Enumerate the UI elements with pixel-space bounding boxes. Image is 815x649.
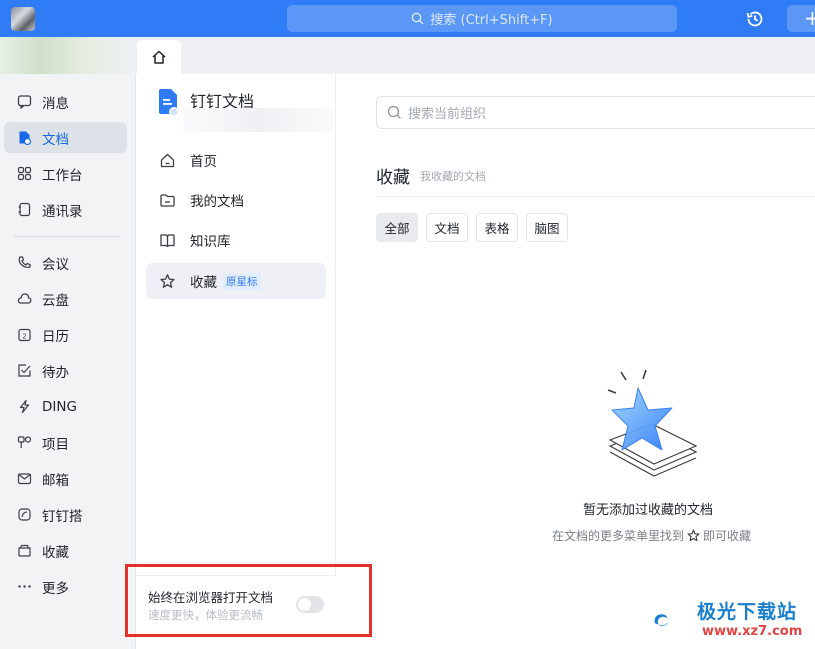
cloud-icon — [16, 291, 32, 307]
nav-item-workbench[interactable]: 工作台 — [4, 158, 127, 189]
nav-item-label: 云盘 — [42, 292, 69, 309]
lightning-icon — [16, 399, 32, 415]
nav-item-project[interactable]: 项目 — [4, 427, 127, 458]
nav-item-label: DING — [42, 398, 77, 415]
docs-nav-favorites[interactable]: 收藏 原星标 — [146, 263, 326, 299]
document-icon — [16, 130, 32, 146]
more-icon — [16, 579, 32, 595]
nav-item-label: 更多 — [42, 580, 69, 597]
watermark-logo-icon — [654, 614, 669, 627]
nav-item-meeting[interactable]: 会议 — [4, 247, 127, 278]
nav-item-label: 收藏 — [42, 544, 69, 561]
watermark-text: 极光下载站 — [697, 601, 798, 623]
home-icon — [152, 50, 166, 64]
docs-nav-label: 我的文档 — [190, 194, 244, 210]
page-title: 收藏 — [376, 168, 410, 188]
history-icon — [746, 11, 763, 27]
user-avatar[interactable] — [11, 7, 35, 31]
nav-item-label: 日历 — [42, 328, 69, 345]
docs-nav-label: 收藏 — [190, 275, 217, 291]
global-search-placeholder: 搜索 (Ctrl+Shift+F) — [430, 13, 553, 28]
filter-docs[interactable]: 文档 — [426, 213, 468, 242]
nav-item-docs[interactable]: 文档 — [4, 122, 127, 153]
nav-item-label: 消息 — [42, 95, 69, 112]
nav-item-mail[interactable]: 邮箱 — [4, 463, 127, 494]
nav-item-contacts[interactable]: 通讯录 — [4, 194, 127, 225]
org-search-placeholder: 搜索当前组织 — [408, 107, 487, 122]
tab-home[interactable] — [137, 40, 181, 74]
book-icon — [158, 231, 176, 249]
empty-state-hint: 在文档的更多菜单里找到 即可收藏 — [552, 527, 751, 544]
empty-hint-after: 即可收藏 — [703, 529, 752, 543]
nav-item-label: 文档 — [42, 131, 69, 148]
search-icon — [387, 105, 401, 119]
nav-item-label: 待办 — [42, 364, 69, 381]
title-divider — [376, 196, 815, 197]
star-icon — [158, 272, 176, 290]
docs-nav-knowledge[interactable]: 知识库 — [146, 222, 326, 258]
nav-item-cloud[interactable]: 云盘 — [4, 283, 127, 314]
nav-item-more[interactable]: 更多 — [4, 571, 127, 602]
global-search-bar[interactable]: 搜索 (Ctrl+Shift+F) — [287, 5, 677, 32]
nav-item-messages[interactable]: 消息 — [4, 86, 127, 117]
watermark-url: www.xz7.com — [702, 624, 803, 639]
filter-mindmaps[interactable]: 脑图 — [526, 213, 568, 242]
nav-item-label: 邮箱 — [42, 472, 69, 489]
empty-state-title: 暂无添加过收藏的文档 — [583, 503, 714, 518]
page-subtitle: 我收藏的文档 — [420, 170, 486, 183]
message-icon — [16, 94, 32, 110]
nav-item-ding[interactable]: DING — [4, 391, 127, 422]
home-icon — [158, 151, 176, 169]
docs-nav-label: 首页 — [190, 154, 217, 170]
empty-hint-before: 在文档的更多菜单里找到 — [552, 529, 685, 543]
search-icon — [411, 12, 424, 25]
filter-all[interactable]: 全部 — [376, 213, 418, 242]
nav-item-collection[interactable]: 收藏 — [4, 535, 127, 566]
folder-icon — [158, 191, 176, 209]
svg-text:2: 2 — [22, 332, 26, 340]
nav-item-todo[interactable]: 待办 — [4, 355, 127, 386]
docs-logo-icon — [158, 88, 180, 118]
project-icon — [16, 435, 32, 451]
empty-star-illustration — [607, 369, 698, 477]
docs-nav-label: 知识库 — [190, 234, 231, 250]
add-button[interactable]: + — [787, 5, 815, 32]
mail-icon — [16, 471, 32, 487]
nav-item-calendar[interactable]: 2 日历 — [4, 319, 127, 350]
grid-icon — [16, 166, 32, 182]
nav-item-label: 通讯录 — [42, 203, 83, 220]
phone-icon — [16, 255, 32, 271]
calendar-icon: 2 — [16, 327, 32, 343]
contacts-icon — [16, 202, 32, 218]
nav-item-label: 工作台 — [42, 167, 83, 184]
collection-icon — [16, 543, 32, 559]
org-name-blurred — [183, 108, 333, 132]
history-button[interactable] — [744, 8, 766, 30]
todo-icon — [16, 363, 32, 379]
nav-item-label: 会议 — [42, 256, 69, 273]
docs-nav-my-docs[interactable]: 我的文档 — [146, 182, 326, 218]
tab-strip — [136, 37, 815, 74]
favorites-badge: 原星标 — [223, 272, 261, 290]
star-icon — [687, 529, 700, 542]
highlight-box — [125, 564, 372, 637]
filter-sheets[interactable]: 表格 — [476, 213, 518, 242]
org-banner — [0, 37, 136, 74]
org-search-input[interactable]: 搜索当前组织 — [376, 96, 815, 129]
nav-item-label: 项目 — [42, 436, 69, 453]
docs-nav-home[interactable]: 首页 — [146, 142, 326, 178]
nav-divider — [14, 236, 120, 237]
